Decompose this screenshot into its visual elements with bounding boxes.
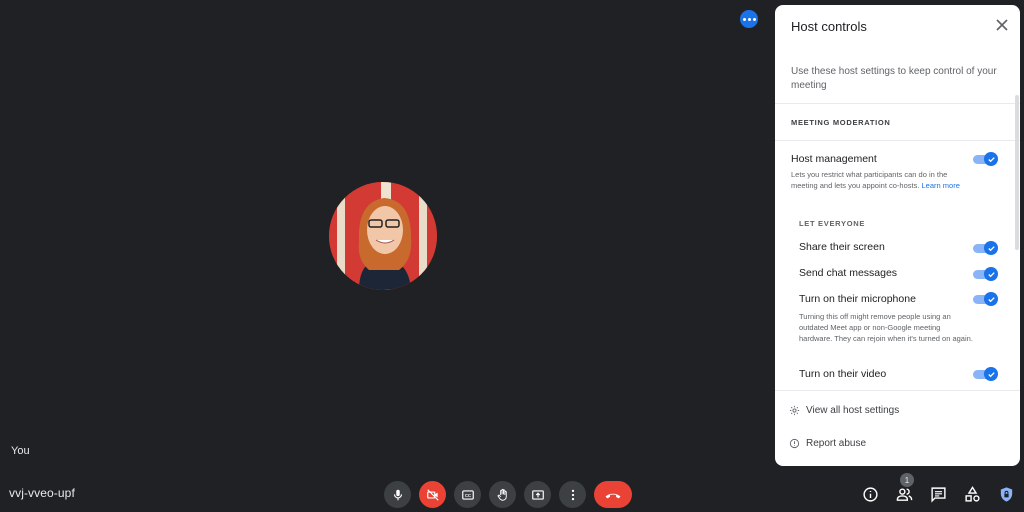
meeting-code: vvj-vveo-upf: [9, 486, 75, 500]
learn-more-link[interactable]: Learn more: [922, 181, 960, 190]
self-tile-label: You: [11, 445, 30, 457]
dot-icon: [752, 17, 756, 21]
meeting-details-button[interactable]: [860, 484, 880, 504]
chat-button[interactable]: [928, 484, 948, 504]
host-management-toggle[interactable]: [973, 152, 999, 166]
check-icon: [987, 371, 995, 377]
toggle-knob: [984, 152, 998, 166]
people-button[interactable]: 1: [894, 473, 914, 504]
svg-text:CC: CC: [465, 492, 471, 497]
participant-count-badge: 1: [900, 473, 914, 487]
panel-scrollbar[interactable]: [1015, 95, 1019, 250]
meeting-stage: You vvj-vveo-upf CC 1 Host controls Use …: [0, 0, 1024, 512]
captions-button[interactable]: CC: [454, 481, 481, 508]
divider: [775, 140, 1020, 141]
chat-icon: [930, 486, 946, 503]
check-icon: [987, 245, 995, 251]
avatar-photo: [329, 182, 437, 290]
divider: [775, 103, 1020, 104]
setting-title: Turn on their microphone: [799, 293, 916, 305]
close-panel-button[interactable]: [994, 17, 1010, 33]
host-controls-panel: Host controls Use these host settings to…: [775, 5, 1020, 466]
toggle-knob: [984, 292, 998, 306]
present-screen-icon: [531, 489, 544, 500]
microphone-button[interactable]: [384, 481, 411, 508]
microphone-toggle[interactable]: [973, 292, 999, 306]
hand-icon: [497, 488, 507, 501]
camera-button[interactable]: [419, 481, 446, 508]
video-toggle[interactable]: [973, 367, 999, 381]
microphone-icon: [393, 489, 402, 500]
setting-title: Share their screen: [799, 241, 885, 253]
raise-hand-button[interactable]: [489, 481, 516, 508]
toggle-knob: [984, 367, 998, 381]
gear-icon: [789, 405, 800, 416]
report-abuse-label: Report abuse: [806, 438, 867, 449]
call-controls: CC: [384, 481, 632, 508]
host-controls-button[interactable]: [996, 484, 1016, 504]
captions-icon: CC: [461, 489, 474, 500]
activities-button[interactable]: [962, 484, 982, 504]
section-heading: MEETING MODERATION: [791, 118, 891, 127]
info-icon: [862, 486, 878, 502]
check-icon: [987, 156, 995, 162]
report-abuse-link[interactable]: Report abuse: [789, 438, 866, 449]
more-options-button[interactable]: [559, 481, 586, 508]
present-button[interactable]: [524, 481, 551, 508]
view-all-host-settings-link[interactable]: View all host settings: [789, 405, 899, 416]
shapes-icon: [964, 485, 980, 502]
toggle-knob: [984, 241, 998, 255]
camera-off-icon: [426, 488, 439, 501]
panel-intro: Use these host settings to keep control …: [791, 66, 997, 91]
report-icon: [789, 438, 800, 449]
close-icon: [996, 19, 1008, 31]
setting-title: Turn on their video: [799, 368, 887, 380]
more-vert-icon: [571, 489, 574, 500]
panel-scroll-area[interactable]: Use these host settings to keep control …: [775, 45, 1020, 390]
microphone-setting-desc: Turning this off might remove people usi…: [799, 312, 973, 343]
view-all-label: View all host settings: [806, 405, 900, 416]
hang-up-icon: [605, 493, 621, 498]
setting-title: Send chat messages: [799, 267, 898, 279]
host-management-title: Host management: [791, 153, 877, 165]
share-screen-toggle[interactable]: [973, 241, 999, 255]
more-options-floating-button[interactable]: [740, 10, 758, 28]
leave-call-button[interactable]: [594, 481, 632, 508]
let-everyone-heading: LET EVERYONE: [799, 219, 866, 228]
dot-icon: [742, 17, 746, 21]
meeting-tools: 1: [860, 473, 1016, 504]
divider: [775, 390, 1020, 391]
toggle-knob: [984, 267, 998, 281]
participant-avatar: [329, 182, 437, 290]
panel-title: Host controls: [791, 19, 867, 34]
chat-messages-toggle[interactable]: [973, 267, 999, 281]
host-management-desc: Lets you restrict what participants can …: [791, 169, 966, 191]
dot-icon: [747, 17, 751, 21]
people-icon: [896, 487, 912, 501]
check-icon: [987, 296, 995, 302]
shield-lock-icon: [1000, 486, 1012, 502]
check-icon: [987, 271, 995, 277]
